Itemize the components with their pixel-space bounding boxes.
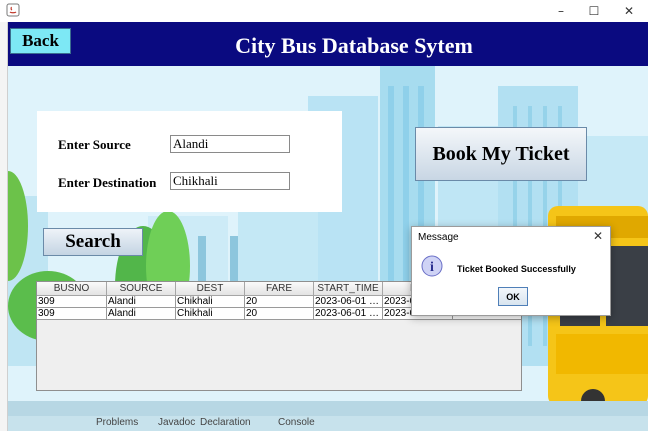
source-input[interactable]: Alandi	[170, 135, 290, 153]
app-frame: Back City Bus Database Sytem Enter Sourc…	[8, 22, 648, 431]
cell-dest: Chikhali	[176, 296, 245, 308]
close-window-button[interactable]: ✕	[612, 0, 646, 22]
ide-background-strip	[0, 22, 8, 431]
background-tab-problems[interactable]: Problems	[96, 417, 138, 431]
cell-start-time: 2023-06-01 17:...	[314, 308, 383, 320]
search-button[interactable]: Search	[43, 228, 143, 256]
window-titlebar: – ☐ ✕	[0, 0, 652, 22]
minimize-button[interactable]: –	[544, 0, 578, 22]
column-header-dest[interactable]: DEST	[176, 282, 245, 296]
java-app-icon	[6, 3, 20, 17]
column-header-fare[interactable]: FARE	[245, 282, 314, 296]
info-icon-glyph: i	[430, 260, 434, 275]
cell-busno: 309	[37, 308, 107, 320]
maximize-button[interactable]: ☐	[577, 0, 611, 22]
dialog-ok-button[interactable]: OK	[498, 287, 528, 306]
cell-busno: 309	[37, 296, 107, 308]
info-icon: i	[421, 255, 443, 277]
cell-fare: 20	[245, 308, 314, 320]
cell-start-time: 2023-06-01 12:...	[314, 296, 383, 308]
cell-dest: Chikhali	[176, 308, 245, 320]
destination-input[interactable]: Chikhali	[170, 172, 290, 190]
background-tab-console[interactable]: Console	[278, 417, 315, 431]
column-header-busno[interactable]: BUSNO	[37, 282, 107, 296]
source-label: Enter Source	[58, 137, 131, 152]
destination-label: Enter Destination	[58, 175, 157, 190]
route-form-panel: Enter Source Alandi Enter Destination Ch…	[37, 111, 342, 212]
page-title: City Bus Database Sytem	[235, 33, 473, 58]
dialog-message: Ticket Booked Successfully	[457, 264, 576, 274]
message-dialog: Message ✕ i Ticket Booked Successfully O…	[411, 226, 611, 316]
cell-fare: 20	[245, 296, 314, 308]
background-tab-javadoc[interactable]: Javadoc	[158, 417, 195, 431]
book-ticket-button[interactable]: Book My Ticket	[415, 127, 587, 181]
cell-source: Alandi	[107, 296, 176, 308]
cell-source: Alandi	[107, 308, 176, 320]
header-bar: Back City Bus Database Sytem	[8, 22, 648, 66]
background-tab-declaration[interactable]: Declaration	[200, 417, 251, 431]
dialog-close-icon[interactable]: ✕	[593, 229, 603, 243]
column-header-start-time[interactable]: START_TIME	[314, 282, 383, 296]
dialog-title: Message	[418, 232, 459, 243]
column-header-source[interactable]: SOURCE	[107, 282, 176, 296]
